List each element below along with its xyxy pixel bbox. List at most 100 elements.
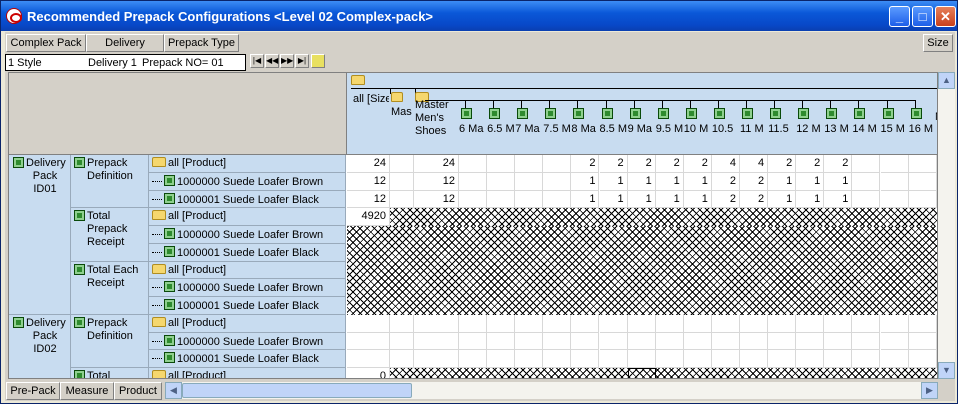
cell-size[interactable]: 1 bbox=[627, 172, 656, 191]
cell-empty[interactable] bbox=[414, 314, 459, 333]
cell-size[interactable] bbox=[515, 172, 544, 191]
row-product-item[interactable]: 1000000 Suede Loafer Brown bbox=[149, 279, 346, 297]
cell-size[interactable] bbox=[543, 155, 572, 173]
last-page-button[interactable]: ▶| bbox=[295, 54, 309, 68]
cell-empty[interactable] bbox=[711, 350, 740, 368]
cell-empty[interactable] bbox=[655, 350, 684, 368]
cell-size[interactable] bbox=[880, 172, 909, 191]
cell-master[interactable]: 12 bbox=[414, 190, 459, 209]
cell-size[interactable]: 2 bbox=[711, 172, 740, 191]
cell-empty[interactable] bbox=[599, 314, 628, 333]
cell-size[interactable]: 2 bbox=[599, 155, 628, 173]
cell-size[interactable]: 1 bbox=[824, 172, 853, 191]
col-size[interactable]: 8.5 M bbox=[600, 123, 628, 136]
cell-size[interactable]: 4 bbox=[740, 155, 769, 173]
cell-size[interactable]: 1 bbox=[571, 172, 600, 191]
cell-empty[interactable] bbox=[683, 332, 712, 351]
cell-size[interactable]: 1 bbox=[768, 172, 797, 191]
cell-size[interactable]: 4 bbox=[711, 155, 740, 173]
cell-all[interactable]: 4920 bbox=[347, 208, 390, 226]
cell-empty[interactable] bbox=[880, 350, 909, 368]
cell-size[interactable]: 1 bbox=[655, 172, 684, 191]
cell-empty[interactable] bbox=[599, 332, 628, 351]
cell-size[interactable] bbox=[487, 172, 516, 191]
cell-empty[interactable] bbox=[515, 314, 544, 333]
dim-measure-button[interactable]: Measure bbox=[60, 382, 114, 400]
cell-empty[interactable] bbox=[740, 332, 769, 351]
dim-size-button[interactable]: Size bbox=[923, 34, 953, 52]
col-size[interactable]: 9.5 M bbox=[656, 123, 684, 136]
cell-size[interactable] bbox=[880, 155, 909, 173]
cell-empty[interactable] bbox=[740, 314, 769, 333]
cell-size[interactable]: 2 bbox=[796, 155, 825, 173]
row-all-product[interactable]: all [Product] bbox=[149, 368, 346, 378]
dim-delivery-button[interactable]: Delivery bbox=[86, 34, 164, 52]
col-size[interactable]: 11.5 bbox=[768, 123, 796, 136]
col-size[interactable]: 9 Ma bbox=[628, 123, 656, 136]
cell-empty[interactable] bbox=[768, 314, 797, 333]
cell-size[interactable] bbox=[852, 155, 881, 173]
maximize-button[interactable]: □ bbox=[912, 6, 933, 27]
row-total-each-receipt[interactable]: Total Each Receipt bbox=[71, 261, 149, 315]
cell-size[interactable]: 2 bbox=[768, 155, 797, 173]
row-all-product[interactable]: all [Product] bbox=[149, 155, 346, 173]
cell-mas[interactable] bbox=[390, 172, 414, 191]
row-total[interactable]: Total bbox=[71, 368, 149, 378]
cell-size[interactable]: 1 bbox=[796, 172, 825, 191]
cell-empty[interactable] bbox=[711, 314, 740, 333]
row-product-item[interactable]: 1000001 Suede Loafer Black bbox=[149, 350, 346, 368]
next-page-button[interactable]: ▶▶ bbox=[280, 54, 294, 68]
col-size[interactable]: 14 M bbox=[852, 123, 880, 136]
col-size[interactable]: 6 Ma bbox=[459, 123, 487, 136]
cell-size[interactable]: 1 bbox=[768, 190, 797, 209]
cell-size[interactable]: 1 bbox=[599, 190, 628, 209]
cell-empty[interactable] bbox=[414, 332, 459, 351]
cell-size[interactable] bbox=[515, 155, 544, 173]
row-all-product[interactable]: all [Product] bbox=[149, 208, 346, 226]
cell-mas[interactable] bbox=[390, 190, 414, 209]
row-prepack-definition[interactable]: Prepack Definition bbox=[71, 314, 149, 368]
cell-empty[interactable] bbox=[543, 314, 572, 333]
selected-cell[interactable] bbox=[627, 368, 656, 378]
dim-complex-pack-button[interactable]: Complex Pack bbox=[6, 34, 86, 52]
scroll-down-icon[interactable]: ▼ bbox=[938, 362, 955, 379]
grid-layout-icon[interactable] bbox=[311, 54, 325, 68]
cell-empty[interactable] bbox=[627, 350, 656, 368]
cell-empty[interactable] bbox=[852, 350, 881, 368]
cell-size[interactable]: 2 bbox=[655, 155, 684, 173]
prev-page-button[interactable]: ◀◀ bbox=[265, 54, 279, 68]
dim-product-button[interactable]: Product bbox=[114, 382, 162, 400]
horizontal-scroll-thumb[interactable] bbox=[182, 383, 412, 398]
col-size[interactable]: 15 M bbox=[881, 123, 909, 136]
cell-empty[interactable] bbox=[627, 332, 656, 351]
dim-prepack-button[interactable]: Pre-Pack bbox=[6, 382, 60, 400]
cell-size[interactable]: 2 bbox=[824, 155, 853, 173]
cell-empty[interactable] bbox=[543, 332, 572, 351]
cell-empty[interactable] bbox=[711, 332, 740, 351]
row-delivery-pack-id01[interactable]: Delivery Pack ID01 bbox=[9, 155, 71, 315]
cell-size[interactable] bbox=[908, 190, 937, 209]
col-size[interactable]: 16 M bbox=[909, 123, 937, 136]
col-size[interactable]: 12 M bbox=[796, 123, 824, 136]
cell-size[interactable]: 1 bbox=[824, 190, 853, 209]
cell-size[interactable] bbox=[852, 172, 881, 191]
cell-empty[interactable] bbox=[515, 350, 544, 368]
cell-all[interactable]: 0 bbox=[347, 368, 390, 378]
minimize-button[interactable]: _ bbox=[889, 6, 910, 27]
cell-empty[interactable] bbox=[459, 350, 488, 368]
row-total-prepack-receipt[interactable]: Total Prepack Receipt bbox=[71, 208, 149, 262]
col-master-mens-shoes[interactable]: Master Men's Shoes bbox=[415, 99, 455, 138]
cell-size[interactable]: 1 bbox=[683, 172, 712, 191]
cell-size[interactable] bbox=[852, 190, 881, 209]
cell-size[interactable]: 1 bbox=[627, 190, 656, 209]
col-mas[interactable]: Mas bbox=[391, 106, 413, 119]
cell-empty[interactable] bbox=[571, 314, 600, 333]
row-delivery-pack-id02[interactable]: Delivery Pack ID02 bbox=[9, 314, 71, 378]
cell-size[interactable]: 1 bbox=[655, 190, 684, 209]
cell-empty[interactable] bbox=[515, 332, 544, 351]
cell-empty[interactable] bbox=[599, 350, 628, 368]
cell-size[interactable] bbox=[459, 190, 488, 209]
cell-size[interactable]: 1 bbox=[683, 190, 712, 209]
cell-empty[interactable] bbox=[390, 332, 414, 351]
cell-empty[interactable] bbox=[627, 314, 656, 333]
